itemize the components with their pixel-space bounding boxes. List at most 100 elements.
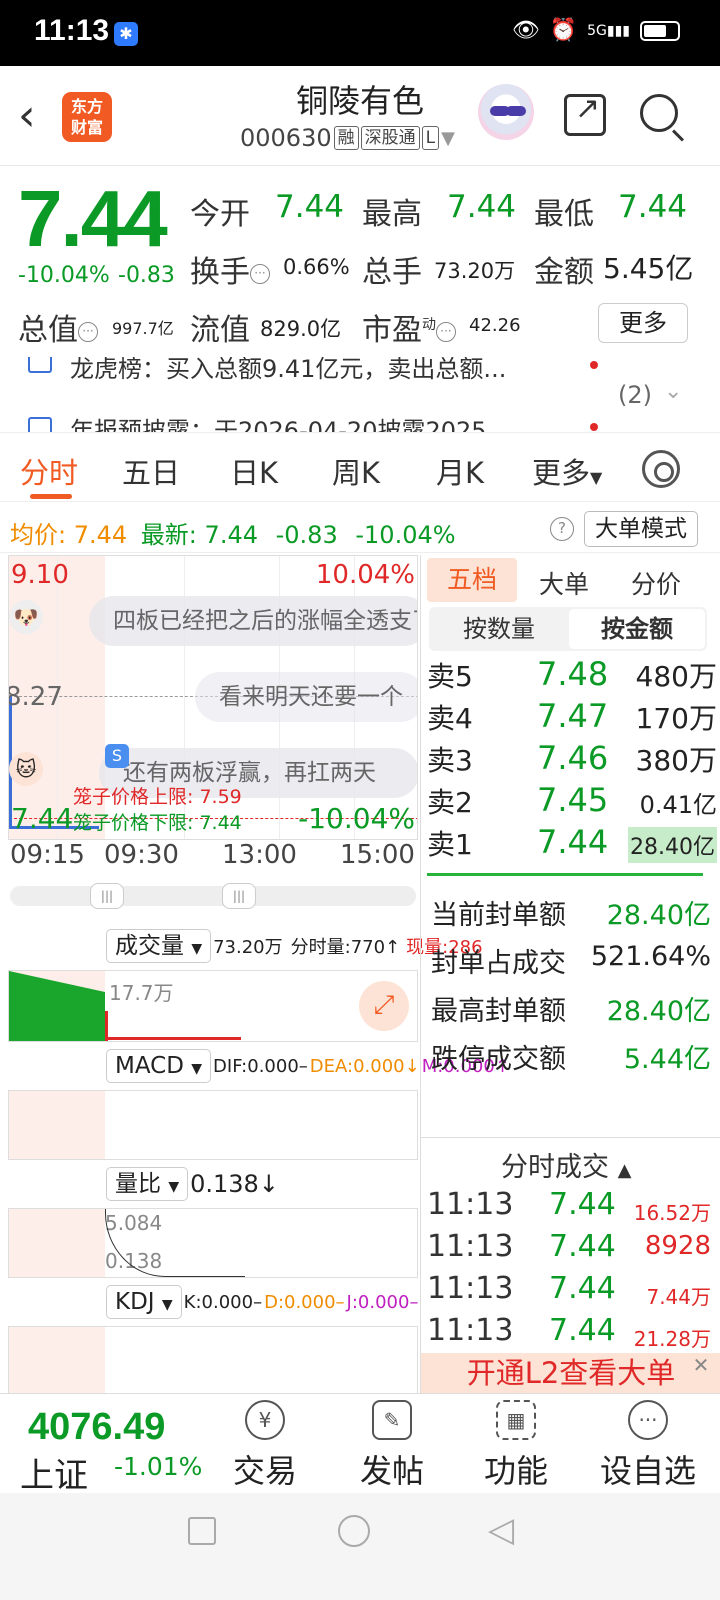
price-change: -0.83: [118, 263, 175, 288]
gear-icon[interactable]: [642, 450, 680, 488]
macd-chart[interactable]: [8, 1090, 418, 1160]
low-label: 最低: [534, 197, 594, 232]
news-line-2[interactable]: 年报预披露：于2026-04-20披露2025: [70, 411, 487, 432]
volume-max-label: 17.7万: [109, 981, 174, 1005]
ai-assistant-icon[interactable]: [478, 84, 534, 140]
news-line-1[interactable]: 龙虎榜：买入总额9.41亿元，卖出总额...: [70, 357, 506, 384]
time-range-slider[interactable]: ||| |||: [10, 883, 416, 909]
expand-icon[interactable]: ⤢: [359, 981, 409, 1031]
status-bar: 11:13 ✱ 👁 ⏰ 5G▮▮▮: [0, 0, 720, 66]
help-icon[interactable]: ?: [550, 517, 574, 541]
order-level-row[interactable]: 卖2 7.45 0.41亿: [427, 781, 717, 823]
tab-intraday[interactable]: 分时: [20, 450, 78, 492]
index-name[interactable]: 上证: [20, 1448, 88, 1497]
yen-icon: ¥: [245, 1400, 285, 1440]
big-order-mode-button[interactable]: 大单模式: [584, 511, 698, 547]
comment-bubble[interactable]: 看来明天还要一个: [195, 672, 417, 722]
home-icon[interactable]: [338, 1515, 370, 1547]
tab-weekly-k[interactable]: 周K: [332, 450, 380, 492]
time-label: 09:30: [104, 840, 179, 870]
tab-daily-k[interactable]: 日K: [230, 450, 278, 492]
ticks-title[interactable]: 分时成交 ▲: [501, 1145, 631, 1184]
app-notification-icon: ✱: [114, 22, 138, 46]
recents-icon[interactable]: [188, 1517, 216, 1545]
battery-icon: [640, 20, 680, 41]
order-level-row[interactable]: 卖4 7.47 170万: [427, 697, 717, 739]
functions-button[interactable]: ▦ 功能: [466, 1400, 566, 1492]
avatar[interactable]: 🐱: [9, 752, 43, 786]
kdj-k: K:0.000–: [183, 1291, 263, 1313]
quote-panel: 7.44 -10.04% -0.83 今开 7.44 最高 7.44 最低 7.…: [0, 167, 720, 357]
intraday-chart[interactable]: 9.10 10.04% 8.27 四板已经把之后的涨幅全透支了 看来明天还要一个…: [8, 555, 418, 840]
stock-code-row[interactable]: 000630 融 深股通 L ▼: [240, 124, 455, 152]
volume-ratio-dropdown[interactable]: 量比 ▼: [106, 1167, 189, 1201]
tab-monthly-k[interactable]: 月K: [436, 450, 484, 492]
kdj-dropdown[interactable]: KDJ ▼: [106, 1285, 182, 1319]
by-quantity-option[interactable]: 按数量: [431, 609, 567, 649]
tab-big-orders[interactable]: 大单: [539, 565, 589, 601]
comment-bubble[interactable]: 四板已经把之后的涨幅全透支了: [89, 596, 417, 646]
limit-down-amount-stat: 跌停成交额 5.44亿: [431, 1044, 711, 1075]
news-icon: [28, 357, 52, 373]
volume-value: 73.20万: [434, 259, 516, 283]
info-icon[interactable]: ···: [78, 321, 98, 342]
bottom-price-label: 7.44: [11, 802, 74, 835]
more-dots-icon: ···: [628, 1400, 668, 1440]
top-pct-label: 10.04%: [315, 560, 415, 590]
connect-tag: 深股通: [360, 126, 420, 150]
float-cap-label: 流值: [190, 313, 250, 348]
edit-icon: ✎: [372, 1400, 412, 1440]
volume-label: 总手: [362, 255, 422, 290]
order-level-row[interactable]: 卖1 7.44 28.40亿: [427, 823, 717, 865]
index-pct: -1.01%: [114, 1452, 203, 1481]
latest-label: 最新:: [140, 521, 197, 549]
news-strip[interactable]: 龙虎榜：买入总额9.41亿元，卖出总额... 年报预披露：于2026-04-20…: [0, 357, 720, 433]
share-icon[interactable]: [564, 91, 606, 136]
tab-more[interactable]: 更多▼: [532, 450, 602, 492]
system-navigation-bar: ◁: [0, 1493, 720, 1600]
slider-handle-left[interactable]: |||: [90, 883, 124, 909]
latest-value: 7.44: [204, 521, 258, 549]
more-quote-button[interactable]: 更多: [598, 303, 688, 343]
volume-ratio-chart[interactable]: 5.084 0.138: [8, 1208, 418, 1278]
order-level-row[interactable]: 卖5 7.48 480万: [427, 655, 717, 697]
high-label: 最高: [362, 197, 422, 232]
info-icon[interactable]: ···: [250, 263, 270, 284]
eye-icon: 👁: [511, 18, 540, 43]
by-amount-option[interactable]: 按金额: [569, 609, 705, 649]
back-icon[interactable]: ◁: [488, 1513, 514, 1547]
price-pct-change: -10.04%: [18, 263, 110, 288]
back-arrow-icon[interactable]: ‹: [18, 94, 36, 138]
close-icon[interactable]: ✕: [689, 1353, 713, 1377]
tab-five-levels[interactable]: 五档: [427, 558, 517, 602]
trade-button[interactable]: ¥ 交易: [215, 1400, 315, 1492]
volume-dropdown[interactable]: 成交量 ▼: [106, 929, 212, 963]
l2-upgrade-banner[interactable]: 开通L2查看大单: [421, 1353, 720, 1393]
stock-header: 铜陵有色 ‹ 东方 财富 000630 融 深股通 L ▼: [0, 66, 720, 166]
time-label: 09:15: [10, 840, 85, 870]
open-value: 7.44: [275, 189, 345, 225]
avatar[interactable]: 🐶: [9, 600, 43, 634]
avg-label: 均价:: [10, 521, 67, 549]
upper-limit-text: 笼子价格上限: 7.59: [73, 786, 242, 808]
order-level-row[interactable]: 卖3 7.46 380万: [427, 739, 717, 781]
slider-handle-right[interactable]: |||: [222, 883, 256, 909]
unread-dot: [590, 423, 598, 431]
turnover-label: 换手 ···: [190, 247, 272, 291]
tab-five-day[interactable]: 五日: [122, 450, 180, 492]
search-icon[interactable]: [640, 94, 678, 132]
seal-amount-stat: 当前封单额 28.40亿: [431, 900, 711, 931]
kdj-chart[interactable]: [8, 1326, 418, 1393]
chevron-down-icon[interactable]: ⌄: [664, 379, 682, 404]
volume-chart[interactable]: 17.7万 ⤢: [8, 970, 418, 1042]
info-icon[interactable]: ···: [436, 321, 456, 342]
tab-price-distribution[interactable]: 分价: [631, 565, 681, 601]
eastmoney-logo[interactable]: 东方 财富: [62, 92, 112, 142]
alarm-icon: ⏰: [549, 18, 578, 43]
pe-label: 市盈动 ···: [362, 305, 458, 349]
post-button[interactable]: ✎ 发帖: [342, 1400, 442, 1492]
macd-dropdown[interactable]: MACD ▼: [106, 1049, 212, 1083]
index-value[interactable]: 4076.49: [28, 1406, 165, 1449]
news-count: (2): [618, 381, 652, 409]
add-watchlist-button[interactable]: ··· 设自选: [592, 1400, 704, 1492]
